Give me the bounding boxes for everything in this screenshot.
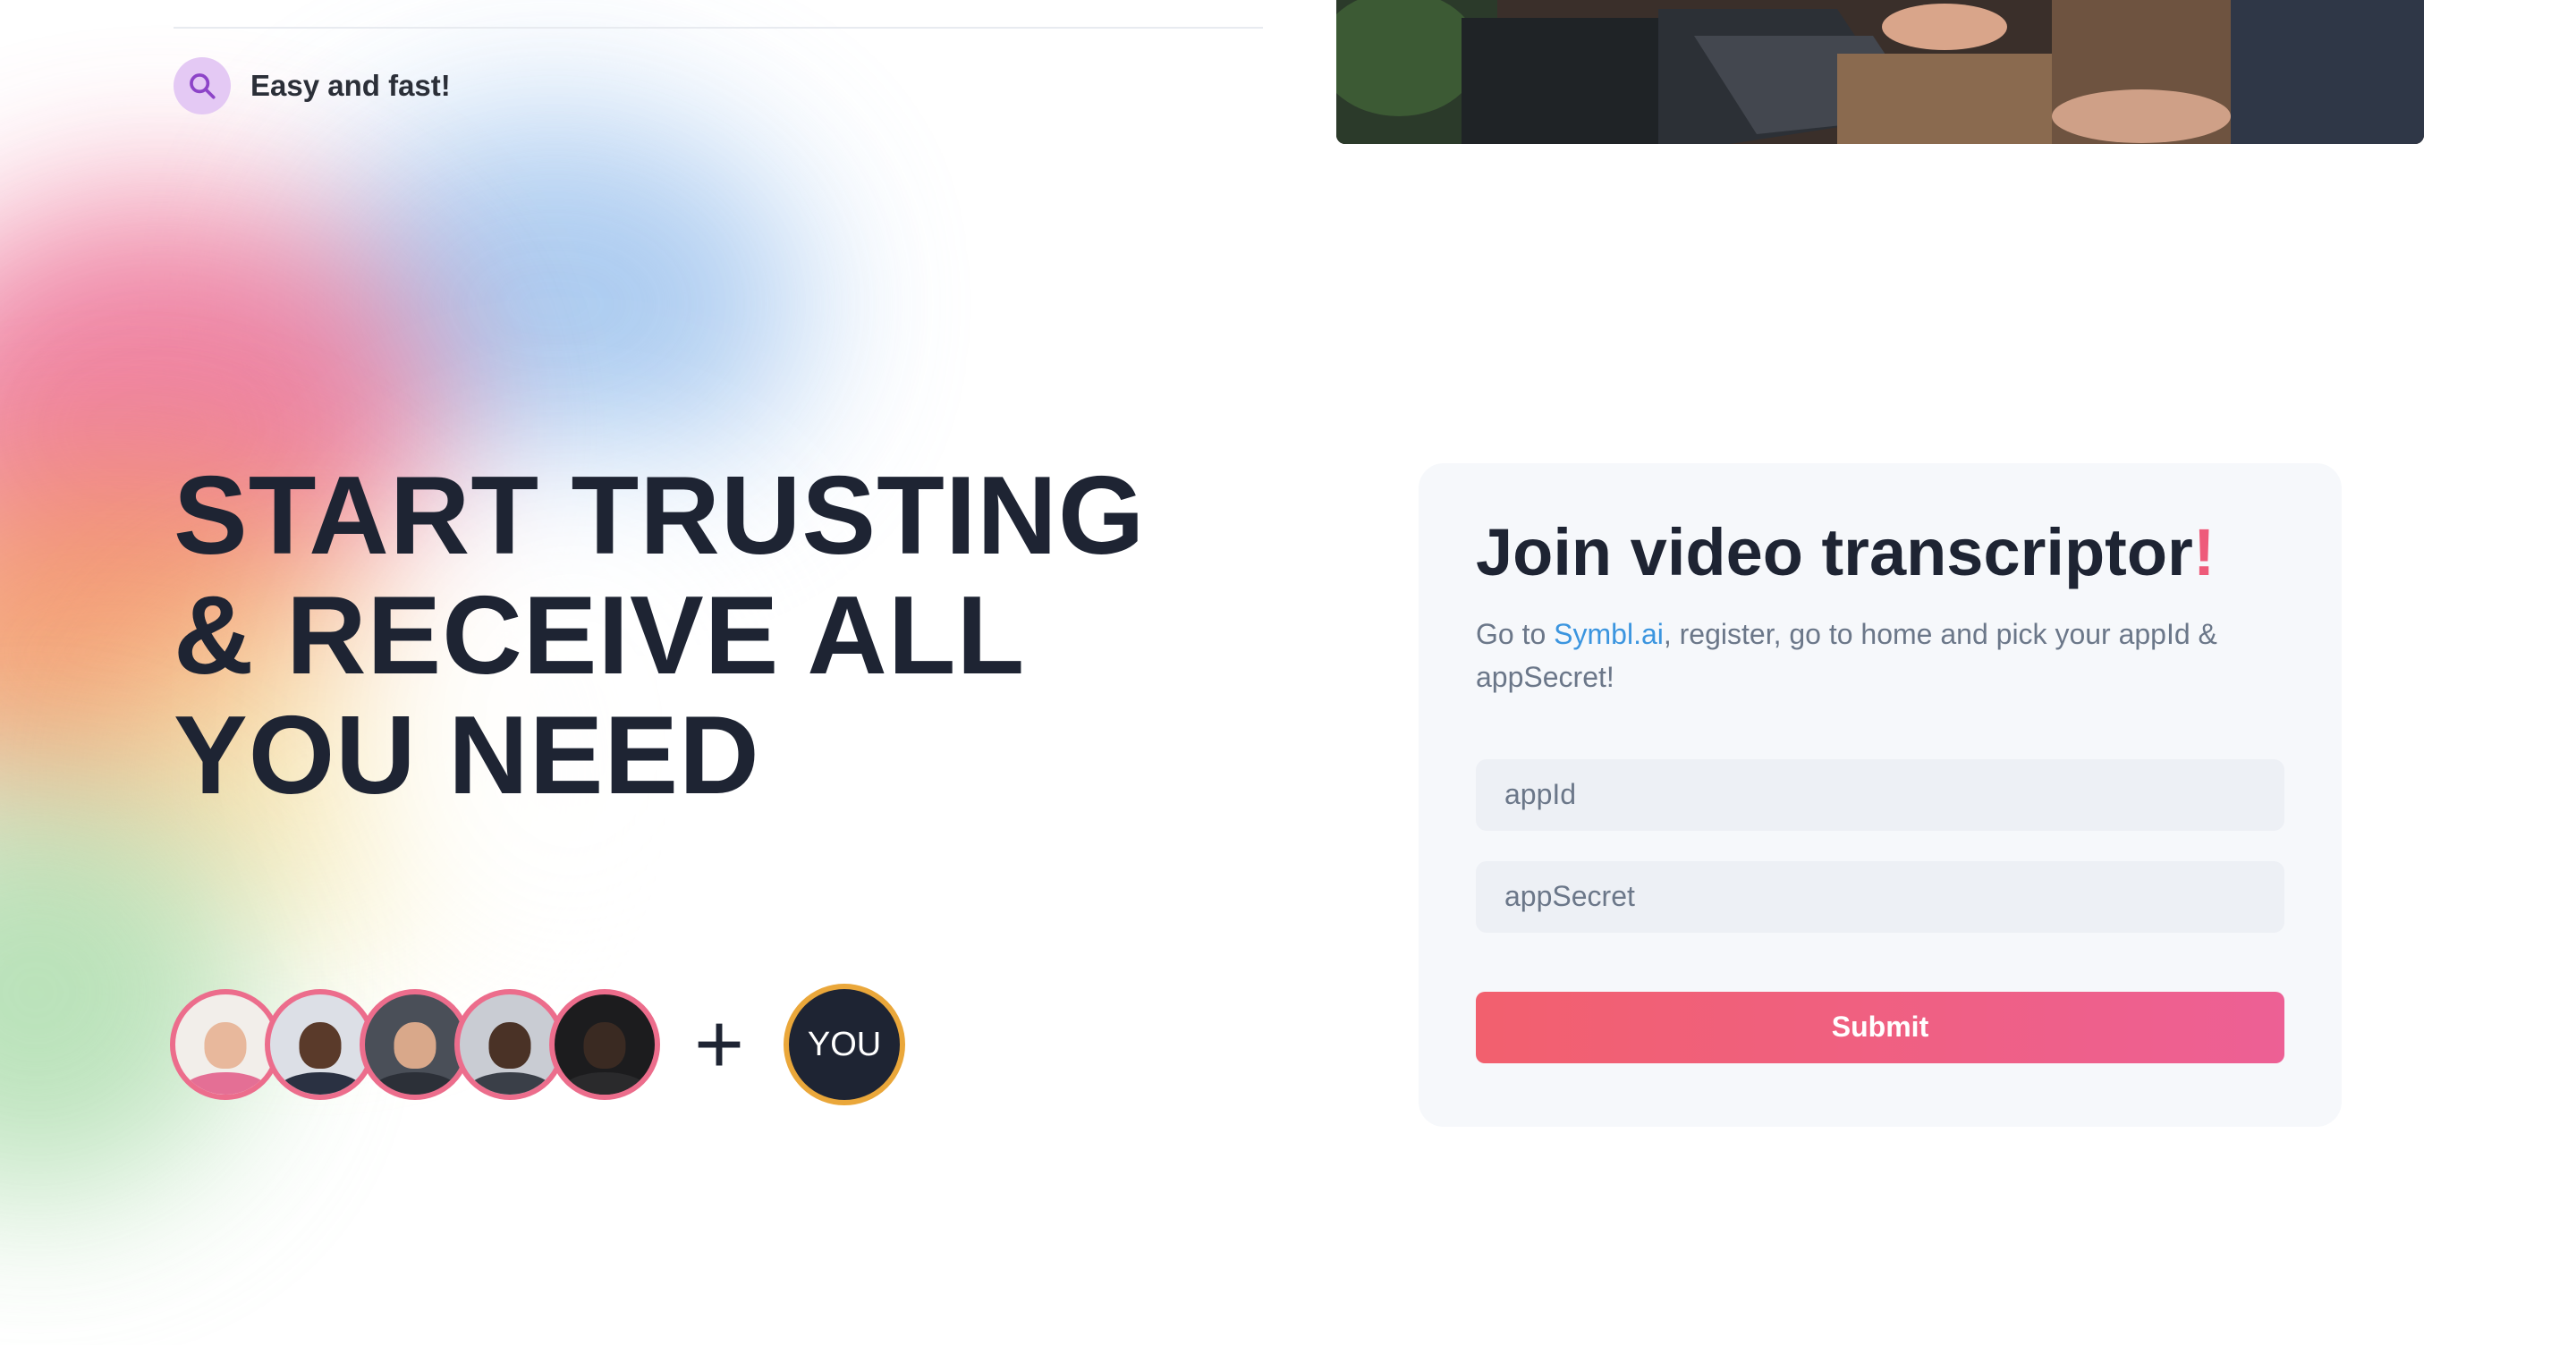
card-title-text: Join video transcriptor [1476,515,2193,589]
plus-sign: + [694,996,745,1092]
card-desc-prefix: Go to [1476,617,1555,650]
headline-line-2: & RECEIVE ALL [174,574,1026,698]
you-badge: YOU [784,984,906,1105]
feature-label: Easy and fast! [250,69,451,102]
symbl-link[interactable]: Symbl.ai [1554,618,1664,650]
headline-line-1: START TRUSTING [174,454,1146,578]
submit-button[interactable]: Submit [1476,991,2284,1063]
background-gradient-blue [304,116,805,492]
headline-line-3: YOU NEED [174,694,760,817]
appsecret-input[interactable] [1476,860,2284,933]
top-divider [174,27,1263,29]
hero-headline: START TRUSTING & RECEIVE ALL YOU NEED [174,456,1145,816]
landing-page: Easy and fast! START TRUSTING & RECEIVE … [0,0,2576,1345]
card-title: Join video transcriptor! [1476,513,2284,593]
search-icon [174,57,231,114]
card-title-accent: ! [2192,515,2216,589]
team-laptop-photo [1336,0,2424,144]
feature-badge: Easy and fast! [174,57,451,114]
signup-card: Join video transcriptor! Go to Symbl.ai,… [1419,463,2342,1127]
card-description: Go to Symbl.ai, register, go to home and… [1476,613,2284,698]
avatar [549,989,660,1100]
community-avatars: + YOU [170,984,906,1105]
appid-input[interactable] [1476,758,2284,831]
